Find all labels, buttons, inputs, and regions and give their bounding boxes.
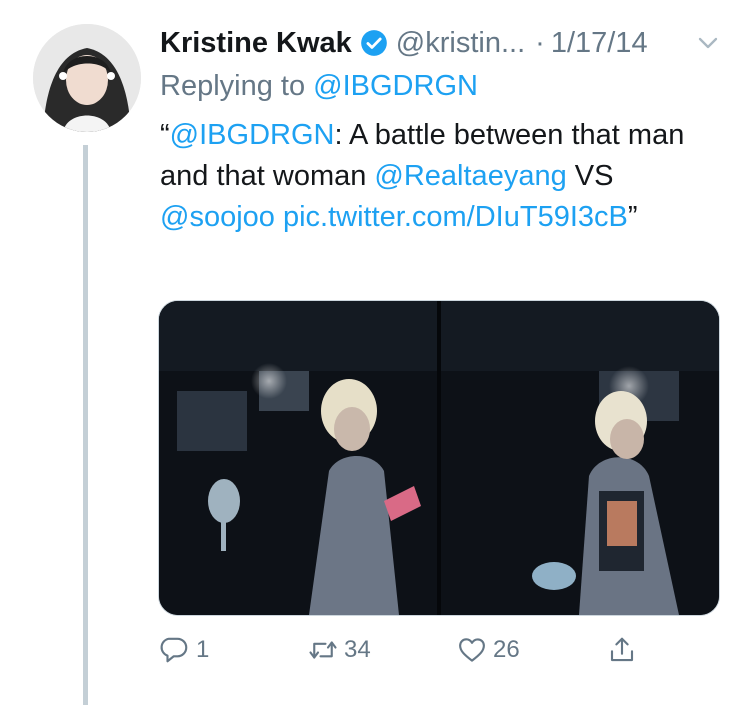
avatar-image <box>33 24 141 132</box>
tweet-media-image[interactable] <box>158 300 720 616</box>
reply-button[interactable]: 1 <box>160 628 209 672</box>
separator-dot: · <box>535 26 545 59</box>
tweet-header: Kristine Kwak @kristin... · 1/17/14 <box>160 22 648 64</box>
mention-realtaeyang[interactable]: @Realtaeyang <box>374 160 566 192</box>
like-button[interactable]: 26 <box>457 628 520 672</box>
tweet-date[interactable]: 1/17/14 <box>551 27 648 60</box>
tweet-actions: 1 34 26 <box>160 628 660 672</box>
mention-ibgdrgn[interactable]: @IBGDRGN <box>170 119 335 151</box>
mention-soojoo[interactable]: @soojoo <box>160 201 275 233</box>
retweet-button[interactable]: 34 <box>308 628 371 672</box>
reply-count: 1 <box>196 636 210 663</box>
verified-icon <box>360 30 387 56</box>
open-quote: “ <box>160 119 170 151</box>
share-button[interactable] <box>607 628 643 672</box>
reply-icon <box>160 637 188 663</box>
retweet-icon <box>309 641 337 659</box>
tweet-text: “@IBGDRGN: A battle between that man and… <box>160 115 720 238</box>
author-handle[interactable]: @kristin... <box>396 27 525 60</box>
chevron-down-icon[interactable] <box>697 32 719 54</box>
photo-collage <box>159 301 719 615</box>
text-segment: VS <box>566 160 614 192</box>
avatar[interactable] <box>33 24 141 132</box>
share-icon <box>610 637 634 662</box>
author-name[interactable]: Kristine Kwak <box>160 27 352 60</box>
replying-label: Replying to <box>160 70 306 102</box>
like-count: 26 <box>493 636 520 663</box>
close-quote: ” <box>627 201 638 233</box>
replying-handle-link[interactable]: @IBGDRGN <box>313 70 478 102</box>
pic-link[interactable]: pic.twitter.com/DIuT59I3cB <box>283 201 628 233</box>
replying-to: Replying to @IBGDRGN <box>160 70 478 103</box>
text-segment <box>275 201 283 233</box>
heart-icon <box>459 638 485 662</box>
retweet-count: 34 <box>344 636 371 663</box>
thread-line <box>83 145 88 705</box>
